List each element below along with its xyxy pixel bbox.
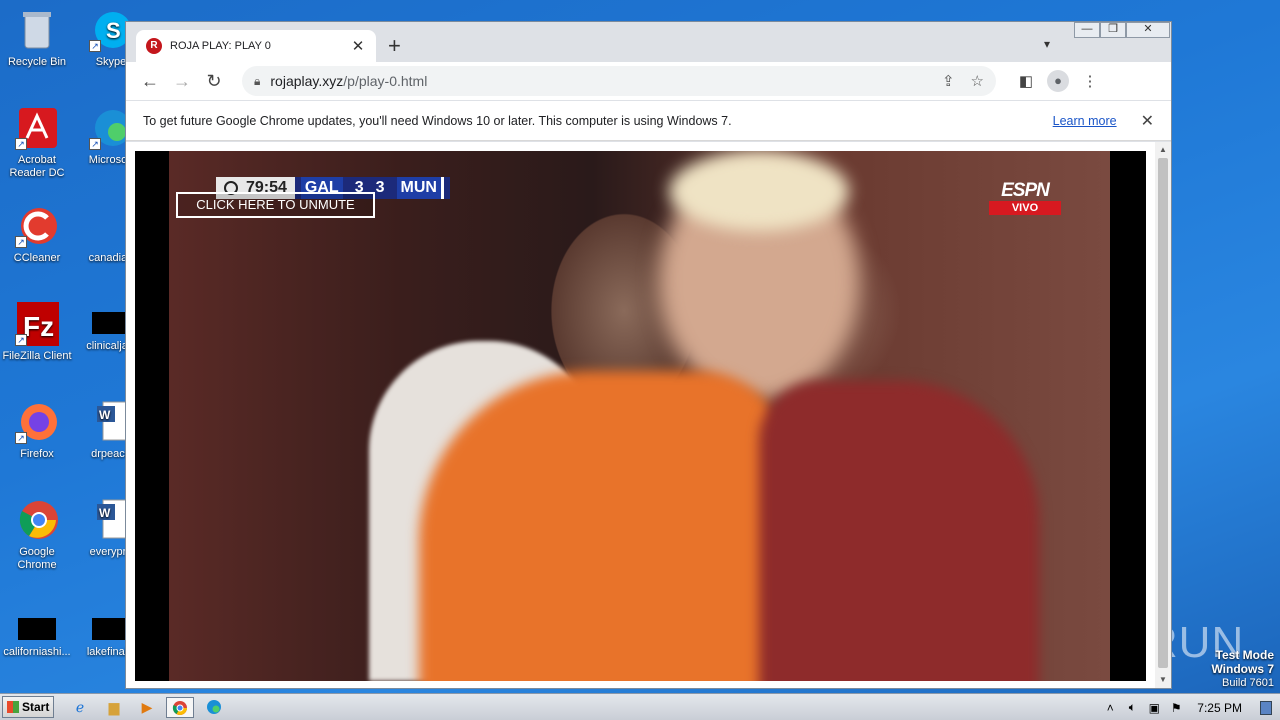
desktop-icon-filezilla[interactable]: Fz ↗ FileZilla Client <box>0 302 74 363</box>
learn-more-link[interactable]: Learn more <box>1053 114 1117 128</box>
desktop-icon-ccleaner[interactable]: ↗ CCleaner <box>0 204 74 265</box>
firefox-icon: ↗ <box>15 400 59 444</box>
player-hair-blurred <box>669 151 849 231</box>
reload-icon[interactable]: ↻ <box>198 71 230 92</box>
start-label: Start <box>22 700 50 714</box>
video-player[interactable]: 79:54 GAL 3 3 MUN CLICK HERE TO UNMUTE E… <box>135 151 1146 681</box>
shortcut-arrow-icon: ↗ <box>15 432 27 444</box>
svg-text:S: S <box>106 18 121 43</box>
new-tab-plus-icon[interactable]: + <box>388 33 401 59</box>
action-center-flag-icon[interactable]: ⚑ <box>1165 701 1187 715</box>
desktop-icon-google-chrome[interactable]: Google Chrome <box>0 498 74 572</box>
shortcut-arrow-icon: ↗ <box>15 334 27 346</box>
tab-search-chevron-icon[interactable]: ▾ <box>1044 37 1050 51</box>
shortcut-arrow-icon: ↗ <box>89 40 101 52</box>
taskbar-chrome-icon[interactable] <box>166 697 194 718</box>
windows-flag-icon <box>7 701 19 713</box>
windows-version-label: Windows 7 <box>1211 662 1274 676</box>
scrollbar-thumb[interactable] <box>1158 158 1168 668</box>
tray-expand-icon[interactable]: ˄ <box>1099 701 1121 715</box>
url-host: rojaplay.xyz <box>270 73 344 89</box>
shortcut-arrow-icon: ↗ <box>15 236 27 248</box>
update-infobar: To get future Google Chrome updates, you… <box>126 101 1171 141</box>
svg-text:Fz: Fz <box>23 311 54 342</box>
toolbar-right-actions: ◧ ● ⋮ <box>1010 70 1106 92</box>
desktop-icon-label: Firefox <box>20 448 54 460</box>
tab-strip: R ROJA PLAY: PLAY 0 ✕ + ▾ — ❐ ✕ <box>126 22 1171 62</box>
video-frame: 79:54 GAL 3 3 MUN CLICK HERE TO UNMUTE E… <box>169 151 1110 681</box>
tab-title: ROJA PLAY: PLAY 0 <box>170 40 271 52</box>
page-scrollbar[interactable]: ▲ ▼ <box>1155 142 1171 688</box>
vivo-badge: VIVO <box>989 201 1061 215</box>
show-desktop-button[interactable] <box>1260 700 1272 715</box>
filezilla-icon: Fz ↗ <box>15 302 61 346</box>
test-mode-notice: Test Mode Windows 7 Build 7601 <box>1211 648 1274 690</box>
acrobat-icon: ↗ <box>15 106 59 150</box>
shortcut-arrow-icon: ↗ <box>15 138 27 150</box>
desktop-icon-recycle-bin[interactable]: Recycle Bin <box>0 8 74 69</box>
desktop-icon-firefox[interactable]: ↗ Firefox <box>0 400 74 461</box>
taskbar-edge-icon[interactable] <box>200 697 228 718</box>
side-panel-icon[interactable]: ◧ <box>1010 72 1042 90</box>
away-team: MUN <box>396 177 444 199</box>
url-text: rojaplay.xyz/p/play-0.html <box>270 73 926 89</box>
chrome-window: R ROJA PLAY: PLAY 0 ✕ + ▾ — ❐ ✕ ← → ↻ 🔒︎… <box>125 21 1172 689</box>
black-thumbnail-icon <box>18 618 56 640</box>
desktop-icon-californiashi[interactable]: californiashi... <box>0 606 74 659</box>
desktop-icon-label: FileZilla Client <box>2 350 72 362</box>
scroll-down-arrow-icon[interactable]: ▼ <box>1155 672 1171 688</box>
maximize-icon[interactable]: ❐ <box>1100 22 1126 38</box>
roja-favicon-icon: R <box>146 38 162 54</box>
player-red-shirt <box>759 381 1039 681</box>
infobar-message: To get future Google Chrome updates, you… <box>143 113 732 128</box>
shortcut-arrow-icon: ↗ <box>89 138 101 150</box>
windows-build-label: Build 7601 <box>1222 677 1274 689</box>
test-mode-label: Test Mode <box>1215 648 1274 662</box>
taskbar-media-player-icon[interactable]: ▶ <box>133 697 161 718</box>
tab-roja-play[interactable]: R ROJA PLAY: PLAY 0 ✕ <box>136 30 376 62</box>
svg-text:W: W <box>99 408 111 422</box>
chrome-icon <box>15 498 59 542</box>
svg-text:W: W <box>99 506 111 520</box>
desktop-icon-label: Recycle Bin <box>7 56 67 68</box>
browser-toolbar: ← → ↻ 🔒︎ rojaplay.xyz/p/play-0.html ⇪ ☆ … <box>126 62 1171 100</box>
system-tray: ˄ 🔈︎ ▣ ⚑ 7:25 PM <box>1099 694 1272 720</box>
menu-kebab-icon[interactable]: ⋮ <box>1074 72 1106 90</box>
desktop-icon-acrobat[interactable]: ↗ Acrobat Reader DC <box>0 106 74 180</box>
taskbar-explorer-icon[interactable]: ▆ <box>100 697 128 718</box>
espn-logo-text: ESPN <box>1001 180 1050 201</box>
espn-logo: ESPN VIVO <box>989 181 1061 215</box>
desktop-icon-label: Google Chrome <box>17 546 57 571</box>
desktop-icon-label: Acrobat Reader DC <box>9 154 65 179</box>
scroll-up-arrow-icon[interactable]: ▲ <box>1155 142 1171 158</box>
taskbar: Start ℯ ▆ ▶ ˄ 🔈︎ ▣ ⚑ 7:25 PM <box>0 693 1280 720</box>
desktop-icon-label: californiashi... <box>3 646 71 658</box>
start-button[interactable]: Start <box>2 696 54 718</box>
desktop-icon-label: Skype <box>95 56 127 68</box>
lock-icon[interactable]: 🔒︎ <box>254 74 260 89</box>
infobar-close-icon[interactable]: ✕ <box>1141 111 1154 131</box>
share-icon[interactable]: ⇪ <box>942 72 955 90</box>
desktop-icon-label: CCleaner <box>13 252 61 264</box>
taskbar-clock[interactable]: 7:25 PM <box>1197 701 1242 715</box>
ccleaner-icon: ↗ <box>15 204 59 248</box>
address-bar[interactable]: 🔒︎ rojaplay.xyz/p/play-0.html ⇪ ☆ <box>242 66 996 96</box>
unmute-button[interactable]: CLICK HERE TO UNMUTE <box>176 192 375 218</box>
window-close-icon[interactable]: ✕ <box>1126 22 1170 38</box>
away-score: 3 <box>375 179 385 196</box>
bookmark-star-icon[interactable]: ☆ <box>971 72 984 90</box>
taskbar-ie-icon[interactable]: ℯ <box>66 697 94 718</box>
network-icon[interactable]: ▣ <box>1143 701 1165 715</box>
tab-close-icon[interactable]: ✕ <box>350 37 366 55</box>
forward-arrow-icon[interactable]: → <box>166 71 198 92</box>
url-path: /p/play-0.html <box>343 73 428 89</box>
back-arrow-icon[interactable]: ← <box>134 71 166 92</box>
recycle-bin-icon <box>15 8 59 52</box>
page-content: 79:54 GAL 3 3 MUN CLICK HERE TO UNMUTE E… <box>126 142 1171 688</box>
volume-icon[interactable]: 🔈︎ <box>1121 700 1143 715</box>
player-orange-shirt <box>419 371 789 681</box>
profile-avatar-icon[interactable]: ● <box>1047 70 1069 92</box>
window-controls: — ❐ ✕ <box>1074 22 1170 38</box>
minimize-icon[interactable]: — <box>1074 22 1100 38</box>
